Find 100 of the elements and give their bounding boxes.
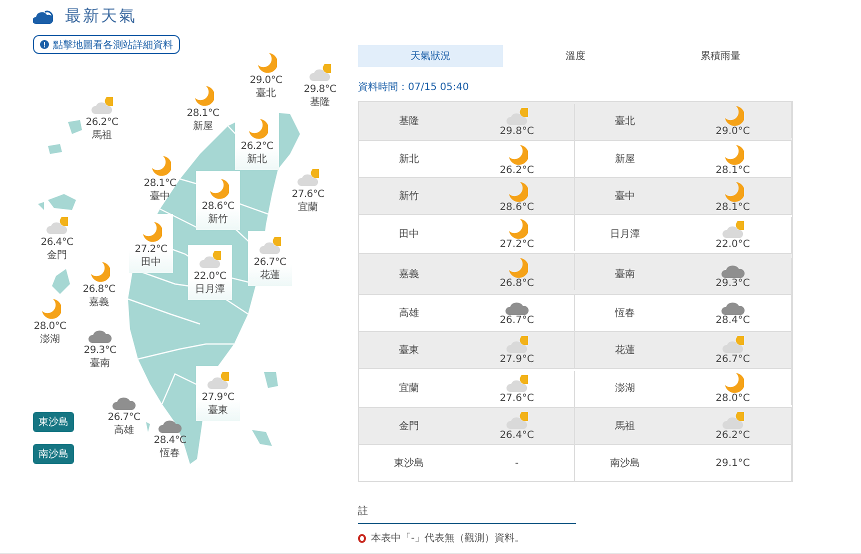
info-icon — [40, 40, 49, 49]
station-label: 臺中 — [150, 190, 170, 203]
station-name-cell: 馬祖 — [575, 408, 674, 444]
temperature-value: 28.4°C — [716, 314, 750, 326]
station-marker[interactable]: 29.8°C 基隆 — [298, 64, 342, 109]
note-text: 本表中「-」代表無（觀測）資料。 — [371, 532, 525, 545]
station-name-cell: 東沙島 — [358, 444, 460, 482]
station-name-cell: 日月潭 — [575, 214, 674, 254]
station-marker[interactable]: 28.1°C 臺中 — [138, 154, 182, 203]
station-label: 新屋 — [193, 120, 213, 133]
station-marker[interactable]: 27.9°C 臺東 — [196, 366, 240, 421]
moon-icon — [246, 117, 268, 139]
station-marker[interactable]: 26.2°C 新北 — [235, 111, 279, 170]
station-marker[interactable]: 29.0°C 臺北 — [244, 51, 288, 100]
cloud-moon-icon — [207, 372, 229, 390]
temperature-label: 28.4°C — [154, 435, 186, 446]
station-name-cell: 南沙島 — [575, 444, 674, 482]
island-drawing — [52, 269, 70, 294]
station-name-cell: 嘉義 — [358, 254, 460, 294]
station-marker[interactable]: 27.6°C 宜蘭 — [286, 169, 330, 214]
station-marker[interactable]: 29.3°C 臺南 — [78, 329, 122, 370]
station-label: 恆春 — [160, 446, 180, 460]
station-label: 高雄 — [114, 424, 134, 437]
cloud-moon-icon — [297, 169, 319, 187]
temperature-value: - — [515, 458, 519, 468]
station-name-cell: 高雄 — [358, 294, 460, 332]
station-marker[interactable]: 27.2°C 田中 — [129, 214, 173, 273]
cloud-moon-icon — [259, 237, 281, 255]
ring-icon — [358, 534, 366, 542]
station-name-cell: 澎湖 — [575, 368, 674, 408]
temperature-label: 28.6°C — [202, 201, 234, 212]
station-marker[interactable]: 28.1°C 新屋 — [181, 84, 225, 133]
station-marker[interactable]: 26.2°C 馬祖 — [80, 97, 124, 142]
island-button[interactable]: 南沙島 — [33, 444, 74, 464]
island-drawing — [264, 372, 278, 388]
temperature-value: 26.4°C — [500, 430, 534, 440]
temperature-value: 27.6°C — [500, 392, 534, 404]
station-name-cell: 花蓮 — [575, 332, 674, 368]
cloud-moon-icon — [91, 97, 113, 115]
temperature-value: 28.1°C — [716, 164, 750, 176]
cloud-icon — [720, 264, 745, 278]
island-drawing — [38, 202, 44, 210]
temperature-label: 29.8°C — [304, 84, 336, 95]
temperature-value: 26.2°C — [500, 164, 534, 176]
moon-icon — [192, 84, 214, 106]
station-label: 新竹 — [208, 212, 228, 226]
temperature-label: 27.9°C — [202, 392, 234, 403]
island-drawing — [252, 430, 272, 446]
data-time: 資料時間：07/15 05:40 — [358, 80, 470, 94]
station-marker[interactable]: 26.4°C 金門 — [35, 217, 79, 262]
moon-icon — [39, 297, 61, 319]
temperature-label: 28.1°C — [186, 108, 220, 119]
tab[interactable]: 天氣狀況 — [358, 45, 503, 67]
island-button[interactable]: 東沙島 — [33, 412, 74, 432]
page-title: 最新天氣 — [65, 6, 137, 26]
cloud-moon-icon — [722, 220, 744, 238]
station-name-cell: 臺東 — [358, 332, 460, 368]
cloud-icon — [158, 419, 182, 433]
station-name-cell: 恆春 — [575, 294, 674, 332]
temperature-value: 29.8°C — [500, 126, 534, 136]
island-drawing — [146, 422, 150, 432]
station-marker[interactable]: 26.7°C 高雄 — [102, 396, 146, 437]
station-label: 基隆 — [310, 96, 330, 109]
station-name-cell: 臺中 — [575, 178, 674, 214]
cloud-moon-icon — [722, 336, 744, 354]
temperature-label: 29.3°C — [84, 345, 116, 356]
temperature-label: 27.2°C — [134, 244, 168, 255]
station-marker[interactable]: 28.4°C 恆春 — [148, 419, 192, 460]
cloud-moon-icon — [506, 336, 528, 354]
temperature-value: 26.8°C — [500, 278, 534, 288]
station-label: 花蓮 — [260, 268, 280, 282]
temperature-value: 29.0°C — [716, 126, 750, 136]
temperature-value: 26.7°C — [716, 354, 750, 364]
temperature-value: 27.2°C — [500, 238, 534, 250]
station-label: 田中 — [141, 256, 161, 269]
station-marker[interactable]: 26.8°C 嘉義 — [77, 260, 121, 309]
island-drawing — [68, 120, 82, 134]
info-button[interactable]: 點擊地圖看各測站詳細資料 — [33, 35, 180, 54]
moon-icon — [255, 51, 277, 73]
island-drawing — [48, 144, 62, 154]
cloud-moon-icon — [506, 108, 528, 126]
cloud-icon — [88, 329, 112, 343]
station-label: 宜蘭 — [298, 200, 318, 214]
station-label: 臺南 — [90, 356, 110, 370]
moon-icon — [149, 154, 171, 176]
temperature-label: 22.0°C — [194, 271, 226, 282]
station-marker[interactable]: 28.0°C 澎湖 — [28, 297, 72, 346]
station-label: 日月潭 — [195, 283, 225, 296]
cloud-icon — [504, 300, 529, 314]
station-marker[interactable]: 26.7°C 花蓮 — [248, 231, 292, 286]
station-marker[interactable]: 22.0°C 日月潭 — [188, 245, 232, 300]
temperature-label: 28.0°C — [34, 321, 66, 332]
station-marker[interactable]: 28.6°C 新竹 — [196, 171, 240, 230]
temperature-value: 27.9°C — [500, 354, 534, 364]
cloud-moon-icon — [46, 217, 68, 235]
station-label: 馬祖 — [92, 128, 112, 142]
notes-heading: 註 — [358, 504, 576, 524]
moon-icon — [207, 177, 229, 199]
temperature-label: 26.2°C — [86, 117, 118, 128]
temperature-value: 28.6°C — [500, 202, 534, 212]
